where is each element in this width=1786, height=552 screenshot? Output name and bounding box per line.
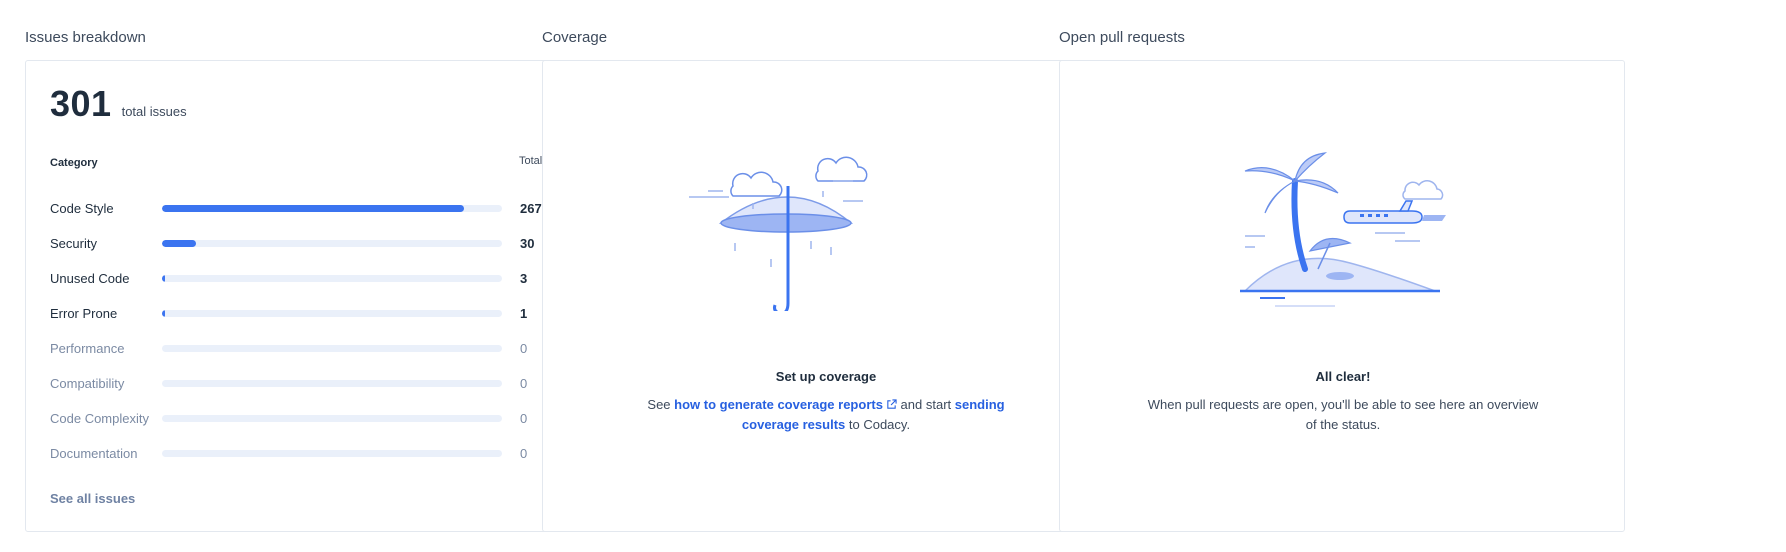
coverage-card: Set up coverage See how to generate cove… bbox=[542, 60, 1108, 532]
category-bar-track bbox=[162, 240, 502, 247]
category-total: 267 bbox=[520, 201, 542, 216]
external-link-icon bbox=[887, 399, 897, 409]
category-name: Error Prone bbox=[50, 306, 118, 321]
category-total: 3 bbox=[520, 271, 528, 286]
category-name: Performance bbox=[50, 341, 125, 356]
see-all-issues-link[interactable]: See all issues bbox=[50, 491, 135, 506]
category-total: 1 bbox=[520, 306, 528, 321]
category-list: Code Style 267 Security 30 Unused Code 3 Error… bbox=[50, 191, 570, 471]
pull-requests-heading: All clear! bbox=[1315, 369, 1371, 384]
category-bar-fill bbox=[162, 205, 464, 212]
column-header-total: Total bbox=[519, 155, 543, 167]
issues-total: 301 total issues bbox=[50, 83, 187, 125]
issues-breakdown-section: Issues breakdown 301 total issues Catego… bbox=[25, 28, 591, 532]
total-issues-label: total issues bbox=[121, 104, 187, 119]
category-bar-fill bbox=[162, 310, 165, 317]
category-row[interactable]: Performance 0 bbox=[50, 331, 570, 366]
coverage-reports-link[interactable]: how to generate coverage reports bbox=[674, 397, 897, 412]
category-bar-track bbox=[162, 380, 502, 387]
coverage-message: See how to generate coverage reports and… bbox=[626, 395, 1026, 435]
category-row[interactable]: Security 30 bbox=[50, 226, 570, 261]
total-issues-count: 301 bbox=[50, 83, 112, 124]
category-bar-track bbox=[162, 275, 502, 282]
umbrella-rain-icon bbox=[689, 156, 868, 311]
category-name: Security bbox=[50, 236, 97, 251]
category-name: Code Complexity bbox=[50, 411, 149, 426]
section-title: Issues breakdown bbox=[25, 29, 146, 46]
category-row[interactable]: Documentation 0 bbox=[50, 436, 570, 471]
section-title: Open pull requests bbox=[1059, 29, 1185, 46]
pull-requests-section: Open pull requests All clear! When pull … bbox=[1059, 28, 1625, 532]
coverage-text-3: to Codacy. bbox=[845, 417, 911, 432]
coverage-section: Coverage Set up coverage See how to gene… bbox=[542, 28, 1108, 532]
category-bar-track bbox=[162, 345, 502, 352]
category-bar-fill bbox=[162, 240, 196, 247]
category-row[interactable]: Compatibility 0 bbox=[50, 366, 570, 401]
issues-card: 301 total issues Category Total Code Sty… bbox=[25, 60, 591, 532]
coverage-reports-link-label: how to generate coverage reports bbox=[674, 397, 883, 412]
category-name: Compatibility bbox=[50, 376, 125, 391]
coverage-text-1: See bbox=[647, 397, 675, 412]
category-total: 0 bbox=[520, 376, 528, 391]
category-bar-track bbox=[162, 415, 502, 422]
pull-requests-card: All clear! When pull requests are open, … bbox=[1059, 60, 1625, 532]
coverage-heading: Set up coverage bbox=[775, 369, 877, 384]
coverage-text-2: and start bbox=[896, 397, 955, 412]
category-name: Code Style bbox=[50, 201, 114, 216]
category-bar-track bbox=[162, 310, 502, 317]
dashboard: Issues breakdown 301 total issues Catego… bbox=[0, 0, 1786, 552]
category-row[interactable]: Code Complexity 0 bbox=[50, 401, 570, 436]
category-bar-track bbox=[162, 450, 502, 457]
category-name: Documentation bbox=[50, 446, 138, 461]
category-name: Unused Code bbox=[50, 271, 130, 286]
category-bar-fill bbox=[162, 275, 166, 282]
category-row[interactable]: Code Style 267 bbox=[50, 191, 570, 226]
category-row[interactable]: Error Prone 1 bbox=[50, 296, 570, 331]
section-title: Coverage bbox=[542, 29, 608, 46]
pull-requests-message: When pull requests are open, you'll be a… bbox=[1147, 397, 1539, 432]
category-total: 0 bbox=[520, 341, 528, 356]
palm-beach-icon bbox=[1240, 152, 1446, 307]
category-row[interactable]: Unused Code 3 bbox=[50, 261, 570, 296]
category-total: 0 bbox=[520, 411, 528, 426]
category-total: 0 bbox=[520, 446, 528, 461]
category-total: 30 bbox=[520, 236, 535, 251]
column-header-category: Category bbox=[50, 157, 98, 169]
category-bar-track bbox=[162, 205, 502, 212]
